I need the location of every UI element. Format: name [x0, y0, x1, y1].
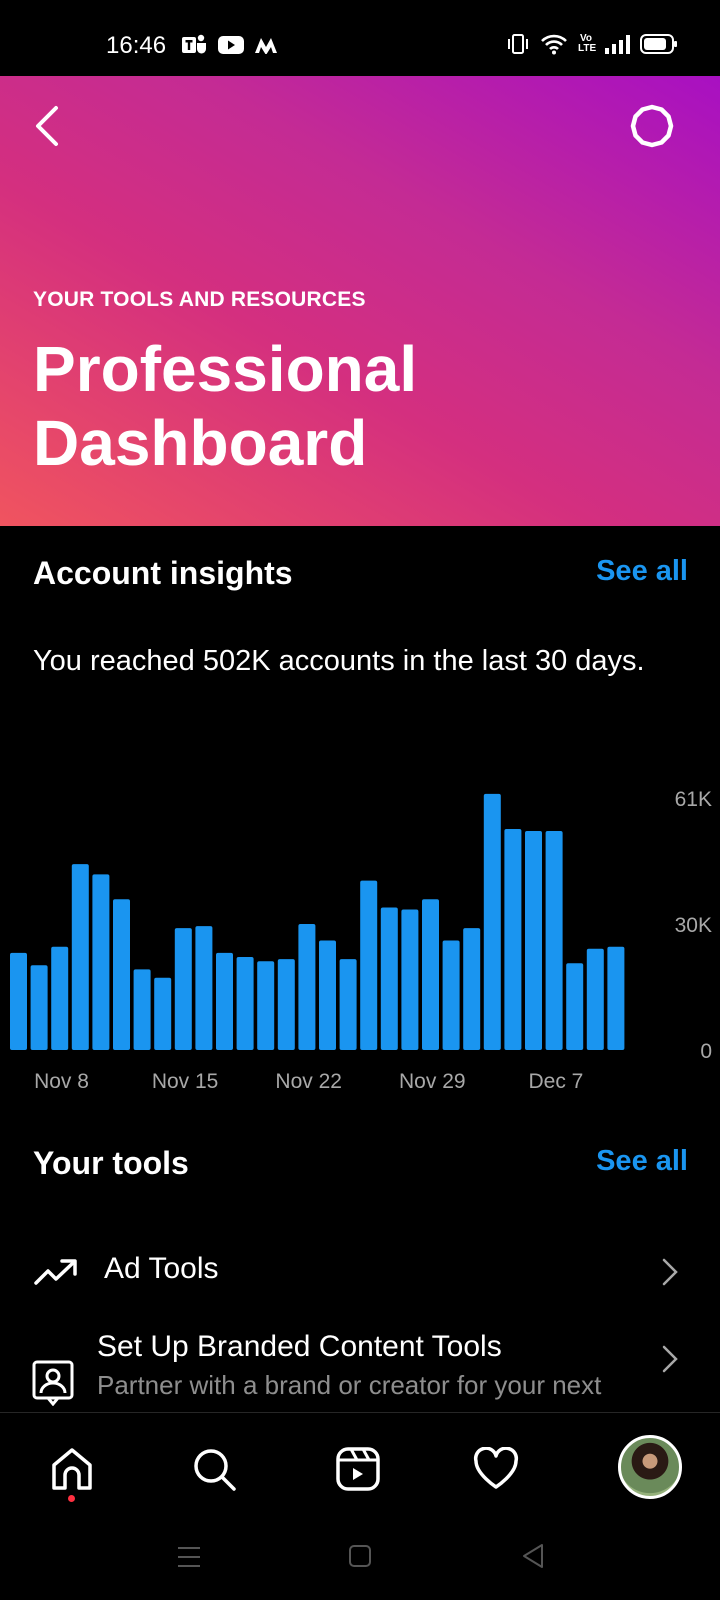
trending-up-icon — [34, 1259, 77, 1285]
home-square-icon[interactable] — [348, 1544, 372, 1568]
notification-icons — [182, 34, 278, 56]
x-tick-label: Nov 29 — [399, 1070, 466, 1093]
dashboard-header: YOUR TOOLS AND RESOURCES Professional Da… — [0, 76, 720, 526]
home-icon — [52, 1448, 92, 1490]
x-tick-label: Dec 7 — [528, 1070, 583, 1093]
chart-bar — [92, 874, 110, 1050]
chart-bar — [30, 965, 48, 1050]
x-tick-label: Nov 22 — [275, 1070, 342, 1093]
ad-tools-item[interactable]: Ad Tools — [0, 1236, 720, 1316]
chart-bar — [319, 940, 336, 1050]
x-tick-label: Nov 15 — [152, 1070, 219, 1093]
status-time: 16:46 — [106, 32, 167, 59]
chart-bar — [133, 969, 151, 1050]
chart-bar — [277, 959, 295, 1050]
chart-bar — [463, 928, 481, 1050]
settings-icon[interactable] — [628, 102, 676, 150]
y-tick-label: 61K — [675, 788, 712, 811]
notification-dot — [68, 1495, 75, 1502]
page-title: Professional Dashboard — [33, 333, 418, 479]
y-tick-label: 30K — [675, 914, 712, 937]
status-bar: 16:46 Vo LTE — [0, 0, 720, 76]
account-insights-heading: Account insights — [33, 555, 293, 591]
youtube-icon — [218, 36, 244, 54]
chart-bar — [339, 959, 357, 1050]
teams-icon — [182, 34, 206, 54]
chart-bar — [545, 831, 563, 1050]
search-icon — [194, 1449, 236, 1491]
heart-icon — [473, 1447, 519, 1489]
chart-bar — [380, 907, 398, 1050]
chevron-right-icon — [662, 1258, 678, 1286]
x-tick-label: Nov 8 — [34, 1070, 89, 1093]
volte-icon: Vo LTE — [578, 33, 597, 54]
branded-content-subtitle: Partner with a brand or creator for your… — [97, 1370, 602, 1400]
chart-bar — [401, 909, 419, 1050]
back-triangle-icon[interactable] — [520, 1542, 546, 1570]
chart-bar — [51, 946, 69, 1050]
branded-content-item[interactable]: Set Up Branded Content Tools Partner wit… — [0, 1330, 720, 1412]
chart-bar — [257, 961, 275, 1050]
chart-bar — [10, 952, 27, 1050]
ad-tools-label: Ad Tools — [104, 1252, 219, 1285]
wifi-icon — [541, 34, 567, 55]
bottom-navigation — [0, 1412, 720, 1523]
battery-icon — [640, 34, 677, 54]
reach-bar-chart: 61K 30K 0 Nov 8 Nov 15 Nov 22 Nov 29 Dec 7 — [10, 788, 712, 1093]
chart-bar — [442, 940, 460, 1050]
system-status-icons: Vo LTE — [506, 33, 678, 55]
header-kicker: YOUR TOOLS AND RESOURCES — [33, 288, 366, 311]
chart-bar — [154, 977, 172, 1050]
your-tools-heading: Your tools — [33, 1145, 189, 1181]
nav-reels[interactable] — [330, 1441, 386, 1497]
chart-bar — [174, 928, 192, 1050]
tools-see-all-link[interactable]: See all — [596, 1145, 688, 1178]
myntra-icon — [255, 38, 277, 54]
chart-bar — [360, 880, 378, 1050]
nav-activity[interactable] — [468, 1441, 524, 1497]
chart-bar — [422, 899, 439, 1050]
chart-bar — [113, 899, 130, 1050]
chart-bar — [525, 831, 542, 1050]
back-icon[interactable] — [30, 104, 70, 148]
menu-icon[interactable] — [176, 1544, 202, 1570]
chart-bar — [298, 924, 316, 1050]
chart-bar — [236, 957, 254, 1050]
chart-bar — [586, 948, 604, 1050]
insights-see-all-link[interactable]: See all — [596, 555, 688, 588]
nav-home[interactable] — [44, 1441, 100, 1497]
chart-bar — [195, 926, 213, 1050]
chart-bar — [504, 829, 522, 1050]
chart-bar — [216, 952, 233, 1050]
reels-icon — [336, 1447, 380, 1491]
y-tick-label: 0 — [700, 1040, 712, 1063]
branded-content-label: Set Up Branded Content Tools — [97, 1330, 502, 1363]
signal-icon — [605, 35, 630, 54]
system-navigation-bar — [0, 1522, 720, 1600]
nav-search[interactable] — [186, 1441, 242, 1497]
reach-summary: You reached 502K accounts in the last 30… — [33, 645, 645, 677]
chevron-right-icon — [662, 1345, 678, 1373]
chart-bar — [483, 793, 501, 1050]
branded-content-icon — [32, 1360, 74, 1406]
chart-bar — [71, 864, 89, 1050]
profile-avatar[interactable] — [618, 1435, 682, 1499]
chart-bar — [607, 946, 625, 1050]
chart-bar — [566, 963, 584, 1050]
vibrate-icon — [508, 34, 528, 54]
